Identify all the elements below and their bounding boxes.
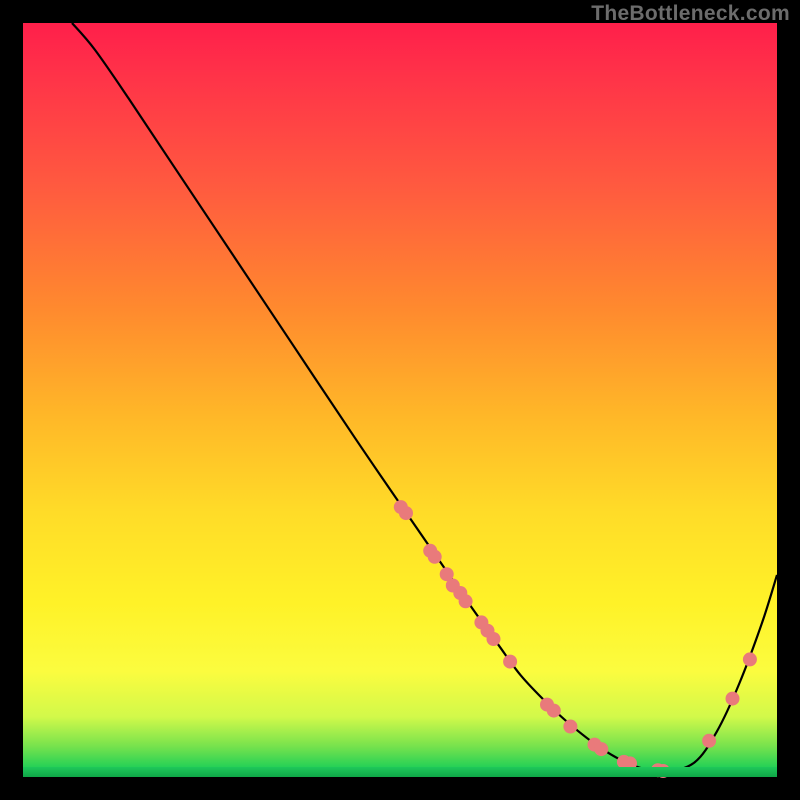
scatter-dot: [726, 692, 740, 706]
scatter-dot: [702, 734, 716, 748]
chart-stage: TheBottleneck.com: [0, 0, 800, 800]
scatter-dot: [399, 506, 413, 520]
watermark-text: TheBottleneck.com: [591, 2, 790, 26]
scatter-dot: [623, 756, 637, 770]
scatter-dot: [547, 704, 561, 718]
scatter-group: [394, 500, 757, 778]
scatter-dot: [487, 632, 501, 646]
scatter-dot: [563, 720, 577, 734]
bottleneck-curve-path: [72, 23, 777, 772]
chart-plot-area: [23, 23, 777, 777]
scatter-dot: [503, 655, 517, 669]
scatter-dot: [459, 594, 473, 608]
scatter-dot: [743, 652, 757, 666]
scatter-dot: [594, 742, 608, 756]
scatter-dot: [656, 764, 670, 778]
chart-svg: [23, 23, 777, 777]
scatter-dot: [428, 550, 442, 564]
